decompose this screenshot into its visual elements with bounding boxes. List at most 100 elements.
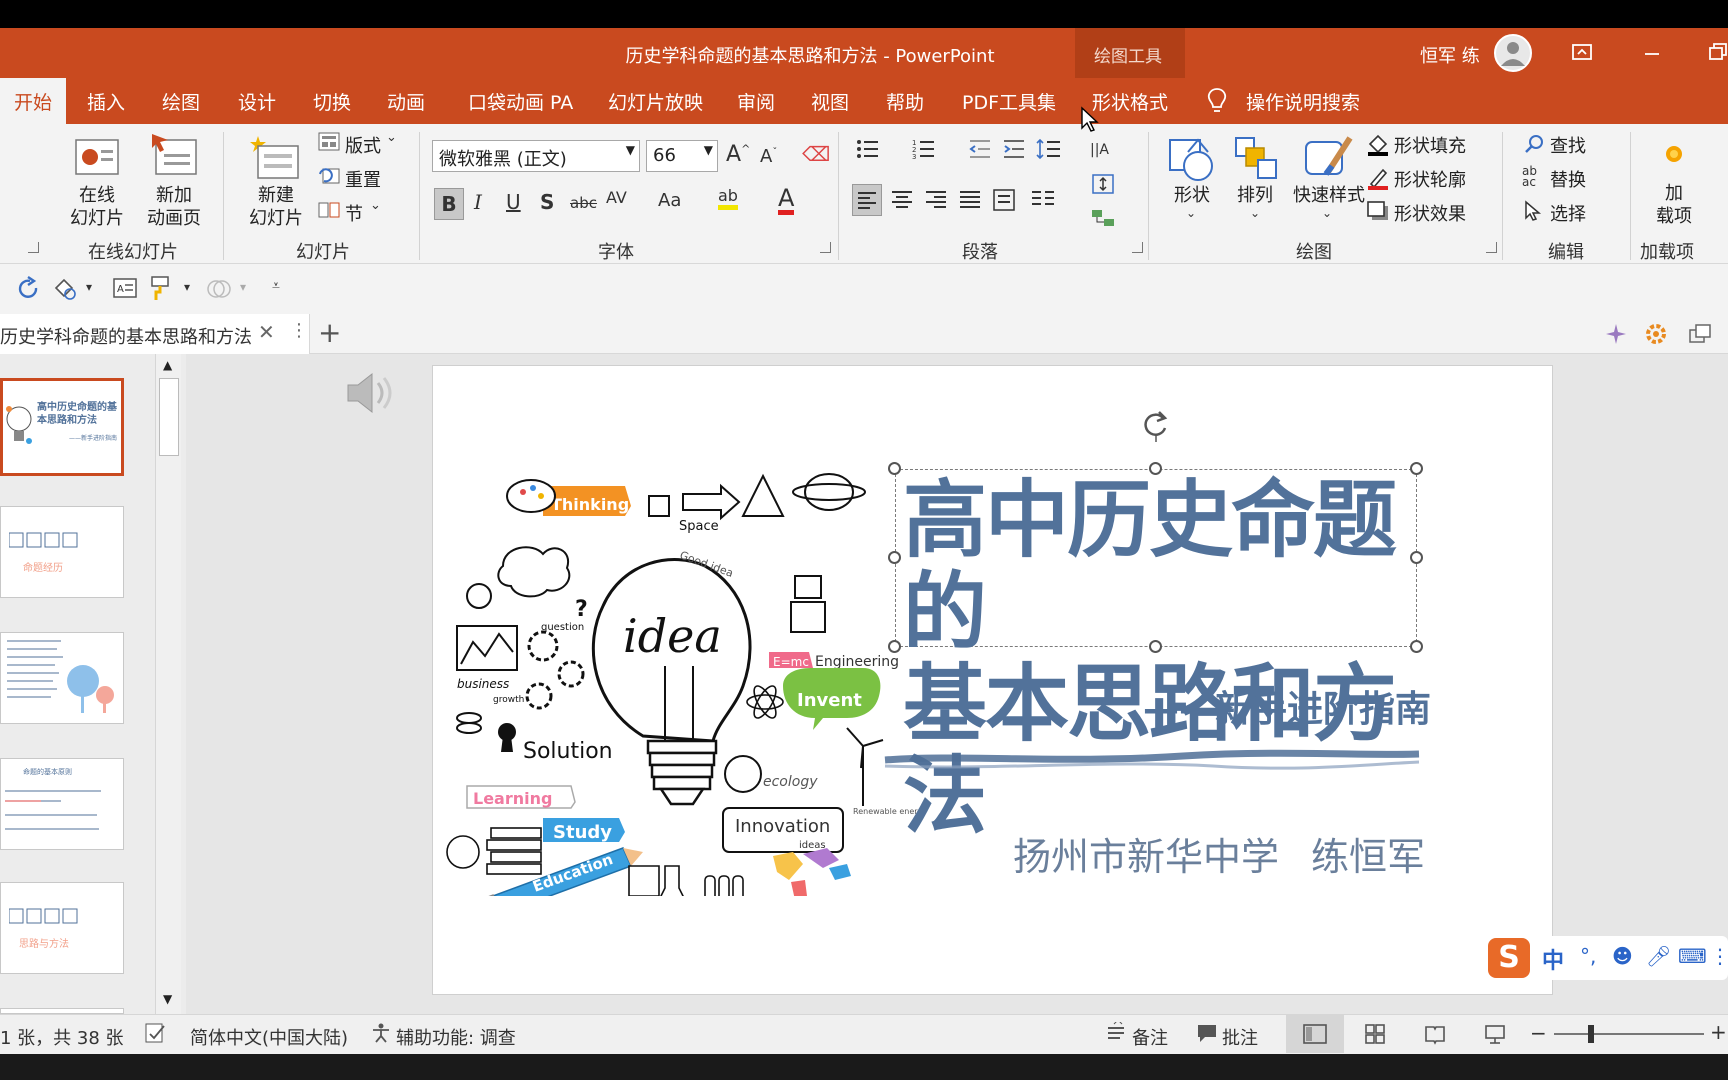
redo-icon[interactable] [16, 276, 42, 306]
tell-me-search[interactable]: 操作说明搜索 [1246, 88, 1360, 115]
shape-outline-button[interactable]: 形状轮廓 [1394, 166, 1466, 192]
new-animation-page-button[interactable]: 新加 动画页 [134, 184, 214, 230]
quick-styles-button[interactable]: 快速样式 [1284, 184, 1374, 207]
tab-draw[interactable]: 绘图 [162, 88, 200, 115]
resize-handle[interactable] [888, 462, 901, 475]
slide-subtitle[interactable]: ——新手进阶指南 [1143, 680, 1431, 732]
settings-gear-icon[interactable] [1644, 322, 1668, 350]
slide-canvas[interactable]: idea Thinking Space Good idea question ? [432, 365, 1553, 995]
window-layout-icon[interactable] [1688, 322, 1712, 350]
shapes-button[interactable]: 形状 [1160, 184, 1224, 207]
increase-indent-icon[interactable] [1002, 138, 1026, 164]
document-tab[interactable]: 历史学科命题的基本思路和方法 ✕ ⋮ [0, 314, 310, 354]
more-icon[interactable]: ⋮ [1710, 944, 1728, 968]
font-color-icon[interactable]: A [778, 186, 795, 215]
voice-input-icon[interactable]: 🎤︎ [1646, 944, 1671, 968]
align-right-icon[interactable] [924, 188, 948, 216]
scroll-down-icon[interactable]: ▼ [163, 992, 172, 1006]
scroll-up-icon[interactable]: ▲ [163, 358, 172, 372]
dialog-launcher-icon[interactable] [28, 242, 39, 253]
slide-school-name[interactable]: 扬州市新华中学 [1013, 826, 1279, 881]
tab-home[interactable]: 开始 [0, 78, 67, 124]
shrink-font-icon[interactable]: Aˇ [760, 146, 777, 167]
slide-thumbnail[interactable]: 思路与方法 [0, 882, 124, 974]
font-size-select[interactable]: 66 ▼ [646, 140, 718, 172]
select-button[interactable]: 选择 [1550, 200, 1586, 226]
slide-title[interactable]: 高中历史命题的 基本思路和方法 [903, 474, 1423, 842]
comments-button[interactable]: 批注 [1222, 1024, 1258, 1050]
tab-pdf-tools[interactable]: PDF工具集 [962, 88, 1056, 115]
zoom-out-icon[interactable]: − [1530, 1021, 1547, 1045]
addins-button[interactable]: 加 载项 [1642, 182, 1706, 228]
layout-button[interactable]: 版式 [345, 132, 381, 158]
notes-button[interactable]: 备注 [1132, 1024, 1168, 1050]
strikethrough-icon[interactable]: abc [570, 194, 597, 212]
find-button[interactable]: 查找 [1550, 132, 1586, 158]
align-text-icon[interactable] [1090, 172, 1116, 200]
slide-thumbnail[interactable]: 高中历史命题的基本思路和方法 ——新手进阶指南 [0, 378, 124, 476]
reset-button[interactable]: 重置 [345, 166, 381, 192]
format-painter-icon[interactable] [150, 274, 176, 306]
emoji-icon[interactable]: ☻ [1612, 944, 1633, 968]
audio-speaker-icon[interactable] [344, 368, 400, 422]
slide-sorter-icon[interactable] [1364, 1023, 1386, 1050]
resize-handle[interactable] [888, 551, 901, 564]
tab-transitions[interactable]: 切换 [313, 88, 351, 115]
slide-thumbnail[interactable]: 命题经历 [0, 506, 124, 598]
change-case-icon[interactable]: Aa [658, 190, 681, 211]
spellcheck-icon[interactable] [144, 1022, 166, 1049]
bold-icon[interactable]: B [434, 188, 464, 220]
zoom-in-icon[interactable]: + [1710, 1020, 1727, 1044]
tab-slideshow[interactable]: 幻灯片放映 [608, 88, 703, 115]
normal-view-icon[interactable] [1286, 1015, 1344, 1053]
punctuation-icon[interactable]: °, [1580, 944, 1596, 968]
underline-icon[interactable]: U [506, 190, 521, 214]
dialog-launcher-icon[interactable] [1486, 242, 1497, 253]
accessibility-icon[interactable] [370, 1022, 392, 1049]
justify-icon[interactable] [958, 188, 982, 216]
merge-shapes-icon[interactable] [206, 276, 232, 306]
dialog-launcher-icon[interactable] [1132, 242, 1143, 253]
shape-select-icon[interactable] [52, 276, 78, 306]
highlight-icon[interactable]: ab [718, 186, 738, 210]
comments-icon[interactable] [1196, 1022, 1218, 1049]
language-indicator[interactable]: 简体中文(中国大陆) [190, 1024, 348, 1050]
tab-animations[interactable]: 动画 [387, 88, 425, 115]
sogou-logo-icon[interactable]: S [1488, 938, 1530, 978]
zoom-slider[interactable] [1554, 1033, 1704, 1035]
align-left-icon[interactable] [852, 184, 882, 216]
zoom-slider-thumb[interactable] [1588, 1025, 1594, 1043]
ime-language-toggle[interactable]: 中 [1542, 943, 1564, 975]
thumbnail-scrollbar[interactable]: ▲ ▼ [155, 354, 181, 1014]
columns-icon[interactable] [1030, 188, 1056, 216]
slide-thumbnail[interactable]: 命题的基本原则 [0, 758, 124, 850]
tab-review[interactable]: 审阅 [737, 88, 775, 115]
online-slide-button[interactable]: 在线 幻灯片 [58, 184, 136, 230]
section-button[interactable]: 节 [345, 200, 363, 226]
textbox-icon[interactable]: A [112, 276, 138, 304]
smartart-icon[interactable] [1090, 206, 1116, 234]
slide-thumbnail[interactable] [0, 632, 124, 724]
slideshow-view-icon[interactable] [1484, 1023, 1506, 1050]
character-spacing-icon[interactable]: AV [606, 188, 627, 207]
clear-formatting-icon[interactable]: ⌫ [802, 142, 830, 166]
align-center-icon[interactable] [890, 188, 914, 216]
tab-pocket-animation[interactable]: 口袋动画 PA [468, 88, 573, 115]
grow-font-icon[interactable]: A^ [726, 142, 750, 167]
close-icon[interactable]: ✕ [258, 320, 275, 344]
reading-view-icon[interactable] [1424, 1023, 1446, 1050]
new-tab-plus-icon[interactable]: + [318, 316, 341, 349]
tab-insert[interactable]: 插入 [87, 88, 125, 115]
italic-icon[interactable]: I [474, 190, 482, 214]
tab-view[interactable]: 视图 [811, 88, 849, 115]
shape-effects-button[interactable]: 形状效果 [1394, 200, 1466, 226]
arrange-button[interactable]: 排列 [1222, 184, 1288, 207]
numbering-icon[interactable]: 123 [912, 138, 936, 164]
customize-qat-icon[interactable]: ⩡ [272, 278, 280, 294]
bullets-icon[interactable] [856, 138, 880, 164]
tab-help[interactable]: 帮助 [886, 88, 924, 115]
chevron-down-icon[interactable]: ▾ [184, 280, 190, 294]
text-direction-icon[interactable]: ||A [1088, 134, 1114, 166]
dialog-launcher-icon[interactable] [820, 242, 831, 253]
text-shadow-icon[interactable]: S [540, 190, 554, 214]
